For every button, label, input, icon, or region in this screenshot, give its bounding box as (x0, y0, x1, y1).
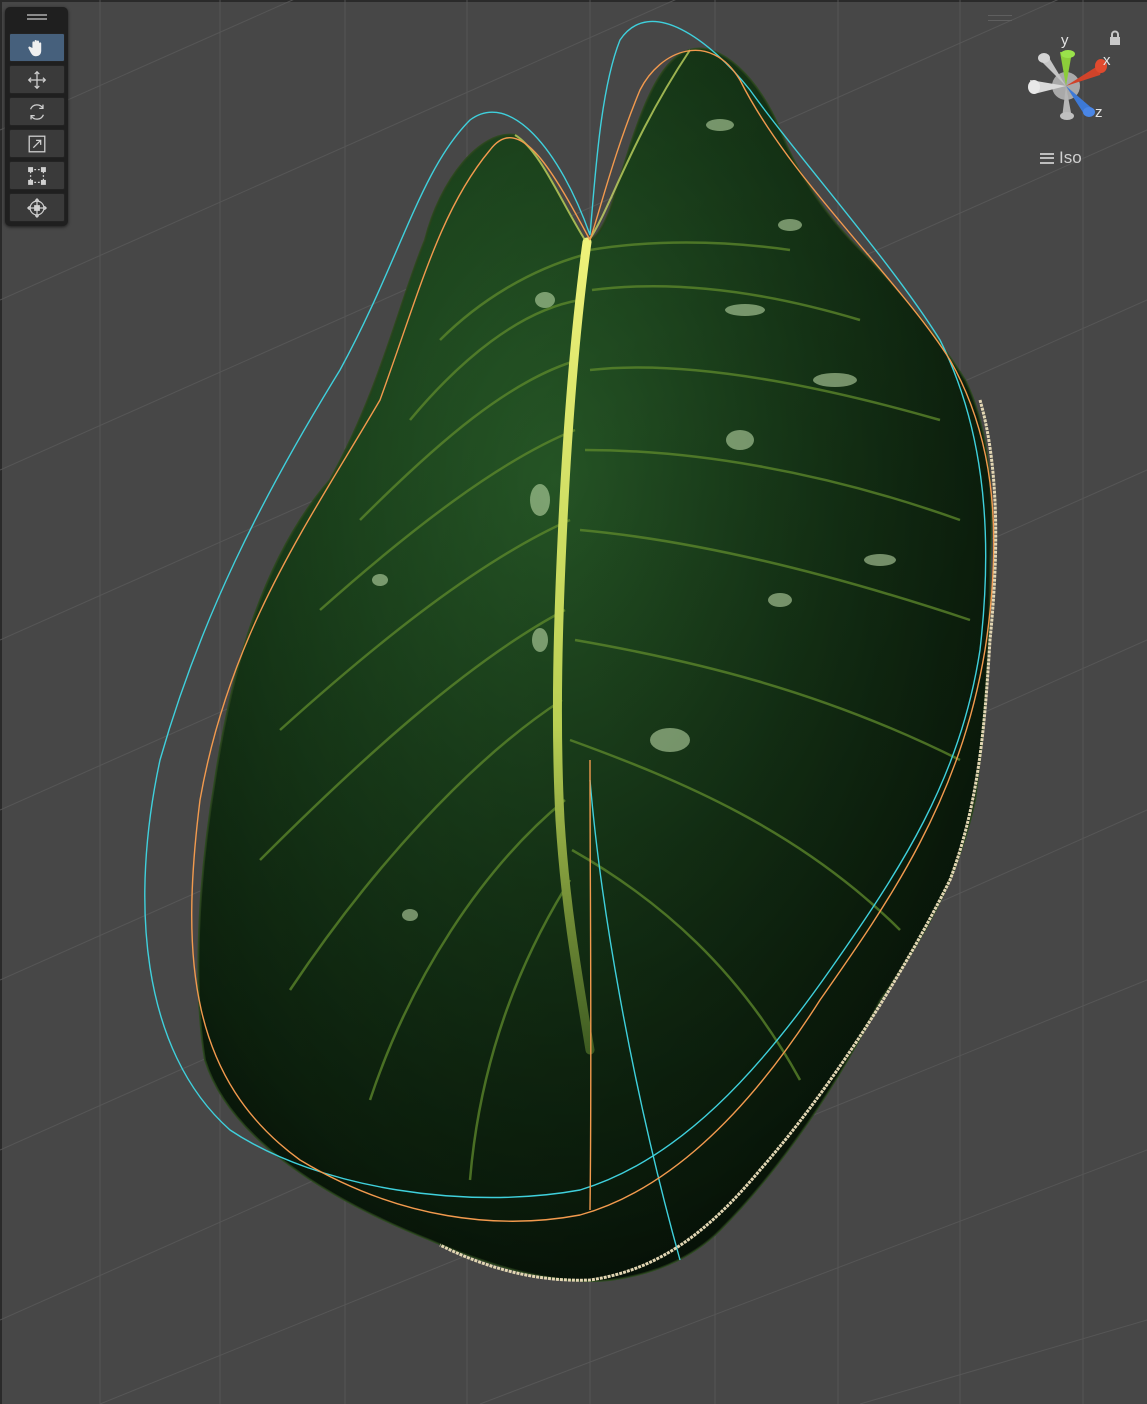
orientation-gizmo[interactable]: y x z (1028, 32, 1111, 121)
hand-icon (28, 39, 42, 56)
move-tool-button[interactable] (9, 65, 65, 94)
rect-tool-button[interactable] (9, 161, 65, 190)
transform-icon (26, 197, 48, 218)
rotate-icon (29, 103, 45, 120)
leaf-mesh (197, 47, 993, 1282)
overlay-drag-handle[interactable] (988, 15, 1012, 21)
tool-palette (5, 7, 68, 226)
menu-icon (1040, 152, 1054, 164)
hand-tool-button[interactable] (9, 33, 65, 62)
lock-icon[interactable] (1108, 30, 1122, 46)
projection-label: Iso (1059, 148, 1082, 167)
transform-tool-button[interactable] (9, 193, 65, 222)
projection-toggle[interactable]: Iso (1040, 147, 1082, 169)
scene-viewport[interactable]: y x z (0, 0, 1147, 1404)
gizmo-y-label: y (1061, 32, 1069, 49)
move-icon (27, 70, 47, 89)
gizmo-x-label: x (1103, 52, 1111, 69)
rotate-tool-button[interactable] (9, 97, 65, 126)
rect-transform-icon (28, 166, 46, 185)
scale-icon (28, 135, 46, 152)
scale-tool-button[interactable] (9, 129, 65, 158)
gizmo-z-label: z (1095, 104, 1103, 121)
toolbar-drag-handle[interactable] (27, 14, 47, 20)
